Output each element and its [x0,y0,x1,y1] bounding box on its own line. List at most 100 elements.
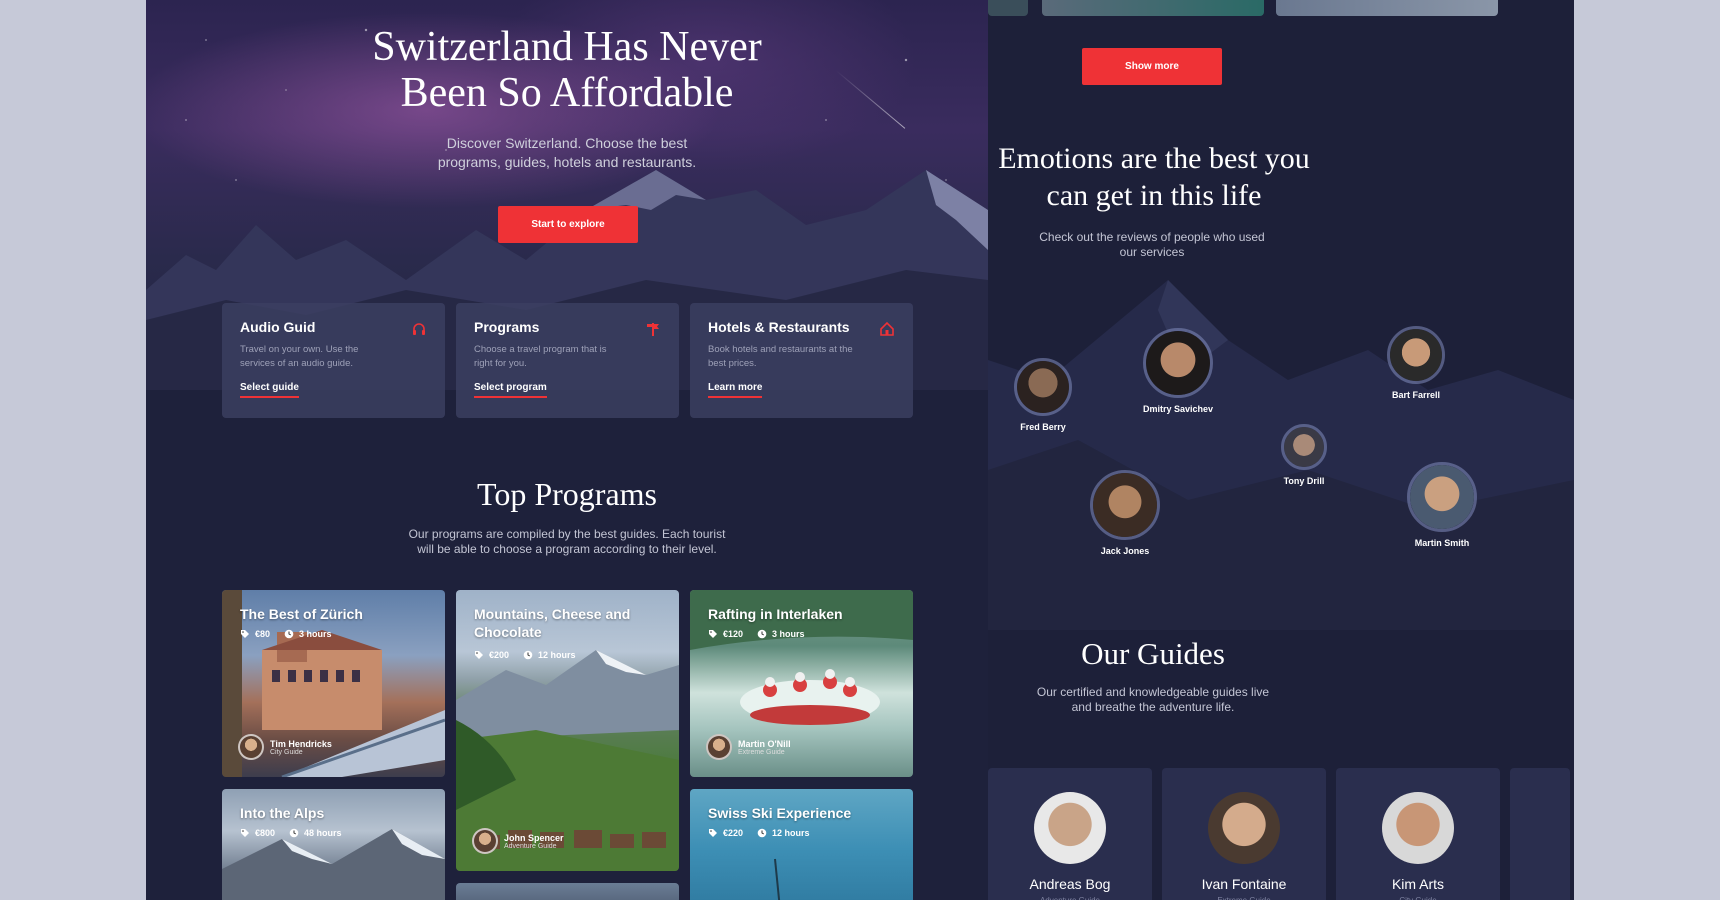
program-meta: €80 3 hours [240,629,332,639]
clock-icon [284,629,294,639]
clock-icon [289,828,299,838]
clock-icon [757,828,767,838]
reviewer-name: Tony Drill [1283,476,1325,486]
program-duration: 12 hours [772,828,810,838]
guide-name: John Spencer [504,832,564,843]
learn-more-link[interactable]: Learn more [708,382,763,398]
thumbnail [1042,0,1264,16]
reviewer-fred-berry[interactable]: Fred Berry [1014,358,1072,432]
guide-card-kim-arts[interactable]: Kim Arts City Guide [1336,768,1500,900]
reviewer-name: Martin Smith [1414,538,1470,548]
reviewer-name: Dmitry Savichev [1142,404,1214,414]
price-tag-icon [709,829,717,837]
program-price: €120 [723,629,744,639]
program-meta: €800 48 hours [240,828,342,838]
guide-name: Tim Hendricks [270,738,332,749]
program-price: €800 [255,828,276,838]
avatar [1034,792,1106,864]
select-program-link[interactable]: Select program [474,382,547,398]
show-more-button[interactable]: Show more [1082,48,1222,85]
reviewer-dmitry-savichev[interactable]: Dmitry Savichev [1128,328,1228,414]
reviewer-name: Jack Jones [1100,546,1150,556]
reviewer-tony-drill[interactable]: Tony Drill [1264,424,1344,486]
guide-role: Extreme Guide [1162,896,1326,900]
program-card-rafting[interactable]: Rafting in Interlaken €120 3 hours Marti… [690,590,913,777]
program-card-alps[interactable]: Into the Alps €800 48 hours [222,789,445,900]
signpost-icon [647,323,659,336]
program-price: €200 [489,650,510,660]
program-meta: €120 3 hours [708,629,805,639]
guide-name: Ivan Fontaine [1201,876,1287,892]
program-title: Swiss Ski Experience [708,805,852,821]
program-card-ski[interactable]: Swiss Ski Experience €220 12 hours [690,789,913,900]
guide-card-ivan-fontaine[interactable]: Ivan Fontaine Extreme Guide [1162,768,1326,900]
avatar [1382,792,1454,864]
page-frame: Switzerland Has Never Been So Affordable… [146,0,1574,900]
avatar [472,828,498,854]
house-icon [880,321,894,336]
landing-right-panel: Show more Emotions are the best you can … [988,0,1574,900]
price-tag-icon [475,651,483,659]
avatar [706,734,732,760]
program-price: €220 [723,828,744,838]
reviewer-name: Fred Berry [1020,422,1066,432]
avatar [1208,792,1280,864]
our-guides-subtitle: Our certified and knowledgeable guides l… [1036,685,1270,714]
top-programs-subtitle: Our programs are compiled by the best gu… [408,527,726,556]
reviewer-jack-jones[interactable]: Jack Jones [1080,470,1170,556]
reviewer-name: Bart Farrell [1391,390,1441,400]
guide-role: Adventure Guide [504,842,557,850]
reviewer-bart-farrell[interactable]: Bart Farrell [1366,326,1466,400]
guide-name: Martin O'Nill [738,738,791,749]
program-duration: 12 hours [538,650,576,660]
program-title: Rafting in Interlaken [708,606,843,622]
price-tag-icon [709,630,717,638]
hero-subtitle: Discover Switzerland. Choose the best pr… [437,135,697,170]
hero-title: Switzerland Has Never Been So Affordable [372,24,762,116]
select-guide-link[interactable]: Select guide [240,382,299,398]
program-title: The Best of Zürich [240,606,363,622]
program-guide: Tim Hendricks City Guide [238,734,332,760]
thumbnail [988,0,1028,16]
program-guide: Martin O'Nill Extreme Guide [706,734,791,760]
feature-title: Hotels & Restaurants [708,319,850,335]
guide-name: Kim Arts [1391,876,1445,892]
landing-left-panel: Switzerland Has Never Been So Affordable… [146,0,988,900]
guide-card-andreas-bog[interactable]: Andreas Bog Adventure Guide [988,768,1152,900]
guide-role: Extreme Guide [738,748,785,756]
program-title: Into the Alps [240,805,325,821]
emotions-subtitle: Check out the reviews of people who used… [1039,230,1265,259]
start-explore-button[interactable]: Start to explore [498,206,638,243]
feature-card-hotels: Hotels & Restaurants Book hotels and res… [690,303,913,418]
thumbnail [1276,0,1498,16]
price-tag-icon [241,829,249,837]
program-duration: 3 hours [772,629,805,639]
feature-card-programs: Programs Choose a travel program that is… [456,303,679,418]
program-title: Mountains, Cheese and Chocolate [474,606,631,640]
feature-desc: Choose a travel program that is right fo… [474,344,607,369]
guide-card-partial[interactable] [1510,768,1570,900]
our-guides-title: Our Guides [1081,636,1225,671]
reviewer-martin-smith[interactable]: Martin Smith [1392,462,1492,548]
program-meta: €200 12 hours [474,650,576,660]
program-price: €80 [255,629,271,639]
guide-role: Adventure Guide [988,896,1152,900]
clock-icon [523,650,533,660]
guide-name: Andreas Bog [1029,876,1111,892]
program-card-partial[interactable] [456,883,679,900]
program-duration: 3 hours [299,629,332,639]
feature-title: Audio Guid [240,319,316,335]
program-card-zurich[interactable]: The Best of Zürich €80 3 hours Tim Hendr… [222,590,445,777]
program-card-mountains[interactable]: Mountains, Cheese and Chocolate €200 12 … [456,590,679,871]
feature-desc: Travel on your own. Use the services of … [240,344,359,369]
price-tag-icon [241,630,249,638]
feature-card-audio-guide: Audio Guid Travel on your own. Use the s… [222,303,445,418]
feature-desc: Book hotels and restaurants at the best … [708,344,853,369]
top-programs-title: Top Programs [477,476,657,512]
avatar [238,734,264,760]
emotions-title: Emotions are the best you can get in thi… [998,142,1310,212]
guide-role: City Guide [1336,896,1500,900]
program-guide: John Spencer Adventure Guide [472,828,564,854]
guide-role: City Guide [270,748,303,756]
clock-icon [757,629,767,639]
